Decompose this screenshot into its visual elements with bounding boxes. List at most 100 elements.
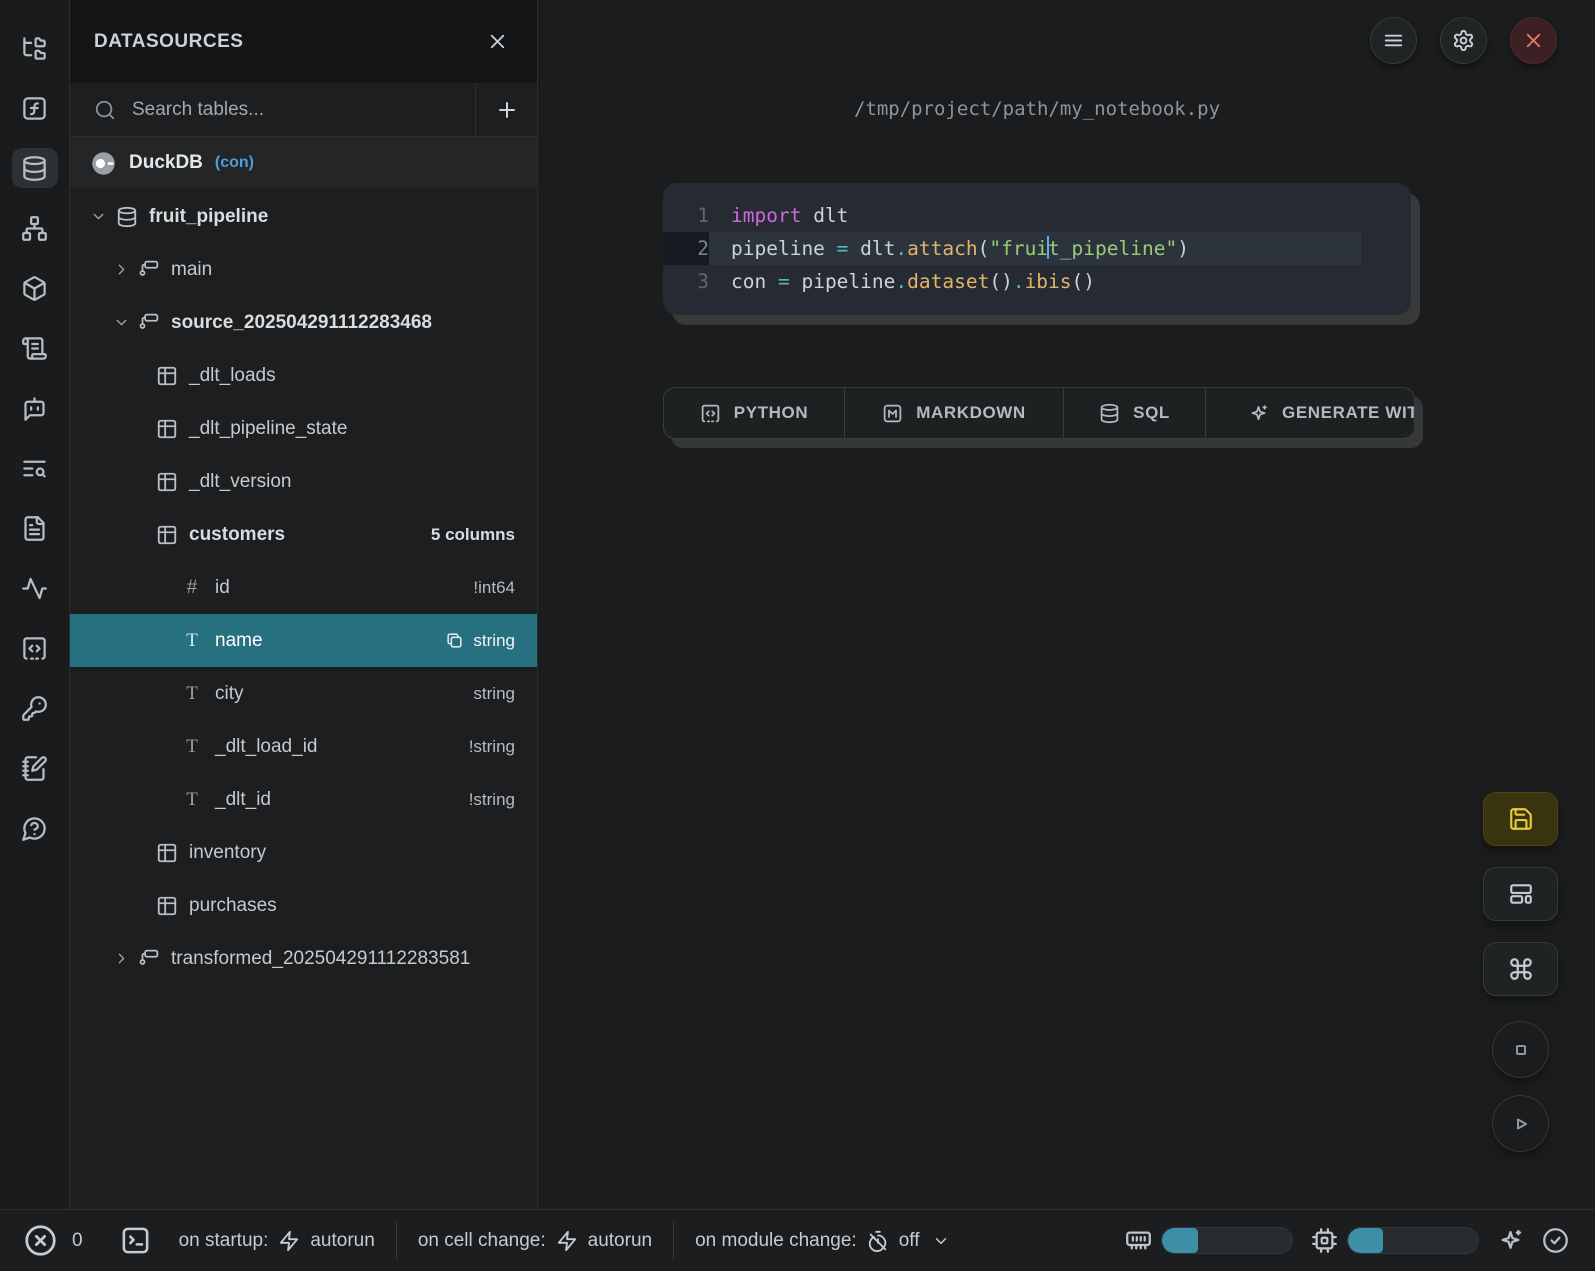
rail-item-packages[interactable] — [12, 268, 58, 308]
line-number: 1 — [663, 199, 709, 232]
command-palette-button[interactable] — [1483, 942, 1558, 996]
on-cell-change-setting[interactable]: on cell change:autorun — [418, 1230, 652, 1252]
cpu-gauge — [1311, 1227, 1479, 1254]
error-counter[interactable]: 0 — [24, 1224, 83, 1257]
gear-icon — [1452, 29, 1475, 52]
key-round-icon — [21, 695, 48, 722]
rail-item-file-explorer[interactable] — [12, 28, 58, 68]
help-circle-icon — [21, 815, 48, 842]
tree-row-col-id[interactable]: #id!int64 — [70, 561, 537, 614]
terminal-button[interactable] — [120, 1225, 151, 1256]
runtime-config-groups: on startup:autorunon cell change:autorun… — [151, 1222, 950, 1260]
chevron-right-icon[interactable] — [113, 261, 130, 278]
add-sql-cell-button[interactable]: SQL — [1064, 388, 1206, 438]
rail-item-scratchpad[interactable] — [12, 748, 58, 788]
tree-row-meta: !int64 — [473, 578, 515, 598]
table-icon — [156, 524, 178, 546]
tree-row-col-dlt-id[interactable]: T_dlt_id!string — [70, 773, 537, 826]
search-box — [70, 83, 475, 136]
rail-item-variables[interactable] — [12, 88, 58, 128]
tree-row-schema-source[interactable]: source_202504291112283468 — [70, 296, 537, 349]
tree-row-col-city[interactable]: Tcitystring — [70, 667, 537, 720]
notebook-filename: /tmp/project/path/my_notebook.py — [663, 98, 1411, 120]
code-line-3[interactable]: 3con = pipeline.dataset().ibis() — [663, 265, 1411, 298]
rail-item-dependencies[interactable] — [12, 208, 58, 248]
on-module-change-setting[interactable]: on module change:off — [695, 1230, 949, 1252]
rail-item-datasources[interactable] — [12, 148, 58, 188]
statusbar-divider — [396, 1222, 397, 1260]
settings-button[interactable] — [1440, 17, 1487, 64]
on-cell-change-label: on cell change: — [418, 1230, 546, 1252]
chevron-right-icon[interactable] — [113, 950, 130, 967]
rail-item-tracing[interactable] — [12, 568, 58, 608]
plus-icon — [495, 98, 519, 122]
add-cell-button-group: PYTHONMARKDOWNSQL GENERATE WIT — [663, 387, 1415, 439]
add-python-cell-button[interactable]: PYTHON — [664, 388, 845, 438]
function-square-icon — [21, 95, 48, 122]
tree-row-customers[interactable]: customers5 columns — [70, 508, 537, 561]
copy-icon[interactable] — [445, 631, 464, 650]
generate-with-ai-label: GENERATE WIT — [1282, 403, 1414, 423]
sparkles-icon — [1248, 403, 1269, 424]
run-all-button[interactable] — [1492, 1095, 1549, 1152]
tree-row-meta: !string — [469, 737, 515, 757]
code-line-2[interactable]: 2pipeline = dlt.attach("fruit_pipeline") — [663, 232, 1361, 265]
code-line-1[interactable]: 1import dlt — [663, 199, 1411, 232]
rail-item-help[interactable] — [12, 808, 58, 848]
tree-row-label: source_202504291112283468 — [171, 312, 432, 334]
tree-row-label: id — [215, 577, 230, 599]
engine-row-duckdb[interactable]: DuckDB (con) — [70, 137, 537, 190]
chevron-down-icon[interactable] — [90, 208, 107, 225]
tree-row-schema-main[interactable]: main — [70, 243, 537, 296]
add-datasource-button[interactable] — [475, 83, 537, 136]
search-tables-input[interactable] — [130, 98, 475, 122]
connection-status-icon[interactable] — [1542, 1227, 1569, 1254]
rail-item-snippets[interactable] — [12, 628, 58, 668]
layout-toggle-button[interactable] — [1483, 867, 1558, 921]
on-startup-setting[interactable]: on startup:autorun — [179, 1230, 375, 1252]
rail-item-documentation[interactable] — [12, 508, 58, 548]
rail-item-logs[interactable] — [12, 448, 58, 488]
play-icon — [1509, 1112, 1533, 1136]
on-startup-value: autorun — [310, 1230, 374, 1252]
tree-row-dlt-pipeline-state[interactable]: _dlt_pipeline_state — [70, 402, 537, 455]
ai-sparkles-icon[interactable] — [1497, 1227, 1524, 1254]
stop-all-button[interactable] — [1492, 1021, 1549, 1078]
table-icon — [156, 418, 178, 440]
menu-icon — [1382, 29, 1405, 52]
statusbar-divider — [673, 1222, 674, 1260]
code-cell[interactable]: 1import dlt2pipeline = dlt.attach("fruit… — [663, 183, 1411, 315]
rail-item-secrets[interactable] — [12, 688, 58, 728]
tree-row-col-dlt-load-id[interactable]: T_dlt_load_id!string — [70, 720, 537, 773]
tree-row-purchases[interactable]: purchases — [70, 879, 537, 932]
add-markdown-cell-button[interactable]: MARKDOWN — [845, 388, 1064, 438]
tree-row-meta: string — [473, 684, 515, 704]
schema-icon — [139, 259, 160, 280]
tree-row-label: main — [171, 259, 212, 281]
tree-row-schema-transformed[interactable]: transformed_202504291112283581 — [70, 932, 537, 985]
database-icon — [21, 155, 48, 182]
tree-row-label: _dlt_id — [215, 789, 271, 811]
tree-row-label: name — [215, 630, 263, 652]
tree-row-col-name[interactable]: Tnamestring — [70, 614, 537, 667]
notebook-menu-button[interactable] — [1370, 17, 1417, 64]
generate-with-ai-button[interactable]: GENERATE WIT — [1206, 388, 1414, 438]
tree-row-dlt-loads[interactable]: _dlt_loads — [70, 349, 537, 402]
rail-item-chat[interactable] — [12, 388, 58, 428]
tree-row-dlt-version[interactable]: _dlt_version — [70, 455, 537, 508]
error-count: 0 — [72, 1230, 83, 1252]
text-type-icon: T — [182, 736, 202, 758]
tree-row-inventory[interactable]: inventory — [70, 826, 537, 879]
statusbar-right — [1125, 1227, 1569, 1254]
zap-icon — [278, 1230, 300, 1252]
chevron-down-icon[interactable] — [113, 314, 130, 331]
shutdown-button[interactable] — [1510, 17, 1557, 64]
panel-close-button[interactable] — [486, 30, 509, 53]
tree-row-label: _dlt_loads — [189, 365, 276, 387]
tree-row-label: _dlt_version — [189, 471, 291, 493]
rail-item-outline[interactable] — [12, 328, 58, 368]
network-icon — [21, 215, 48, 242]
save-button[interactable] — [1483, 792, 1558, 846]
table-icon — [156, 471, 178, 493]
tree-row-fruit-pipeline[interactable]: fruit_pipeline — [70, 190, 537, 243]
